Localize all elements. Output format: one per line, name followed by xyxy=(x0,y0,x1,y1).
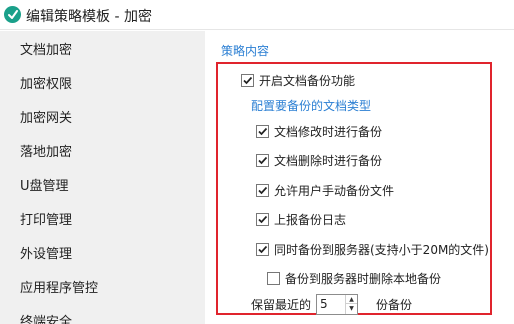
checkbox-box[interactable] xyxy=(256,243,269,256)
sidebar: 文档加密 加密权限 加密网关 落地加密 U盘管理 打印管理 外设管理 应用程序管… xyxy=(0,31,205,324)
checkbox-label: 允许用户手动备份文件 xyxy=(274,184,395,198)
backup-count-spinbox[interactable]: 5 ▲ ▼ xyxy=(316,294,358,315)
sidebar-item-label: 落地加密 xyxy=(20,145,73,160)
sidebar-item-app-control[interactable]: 应用程序管控 xyxy=(0,269,205,303)
checkmark-icon xyxy=(258,186,268,195)
checkmark-icon xyxy=(258,156,268,165)
checkbox-label: 备份到服务器时删除本地备份 xyxy=(285,272,442,286)
sidebar-item-label: 文档加密 xyxy=(20,43,73,58)
sidebar-item-usb-management[interactable]: U盘管理 xyxy=(0,167,205,201)
checkmark-icon xyxy=(258,215,268,224)
sidebar-item-document-encryption[interactable]: 文档加密 xyxy=(0,31,205,65)
policy-content-panel: 策略内容 开启文档备份功能 配置要备份的文档类型 文档修改时进行备份 文档删除时… xyxy=(205,31,514,324)
sidebar-item-label: 应用程序管控 xyxy=(20,281,99,296)
checkbox-label: 开启文档备份功能 xyxy=(259,74,356,88)
checkmark-icon xyxy=(258,127,268,136)
checkbox-box[interactable] xyxy=(256,184,269,197)
checkbox-label: 同时备份到服务器(支持小于20M的文件) xyxy=(274,243,489,257)
sidebar-item-label: 加密权限 xyxy=(20,77,73,92)
title-bar: 编辑策略模板 - 加密 xyxy=(0,0,514,30)
sidebar-item-label: 外设管理 xyxy=(20,247,73,262)
checkbox-box[interactable] xyxy=(256,125,269,138)
checkbox-box[interactable] xyxy=(256,213,269,226)
checkbox-box[interactable] xyxy=(256,154,269,167)
keep-recent-label: 保留最近的 xyxy=(251,298,312,312)
checkbox-label: 文档修改时进行备份 xyxy=(274,125,383,139)
checkbox-box[interactable] xyxy=(241,74,254,87)
spin-down-arrow-icon[interactable]: ▼ xyxy=(346,304,357,313)
section-title: 策略内容 xyxy=(221,44,270,58)
spin-up-arrow-icon[interactable]: ▲ xyxy=(346,295,357,304)
checkbox-box[interactable] xyxy=(267,272,280,285)
sidebar-item-print-management[interactable]: 打印管理 xyxy=(0,201,205,235)
sidebar-item-label: 打印管理 xyxy=(20,213,73,228)
checkmark-icon xyxy=(258,245,268,254)
backup-count-unit: 份备份 xyxy=(376,298,413,312)
sidebar-item-encryption-permissions[interactable]: 加密权限 xyxy=(0,65,205,99)
checkbox-label: 文档删除时进行备份 xyxy=(274,154,383,168)
sidebar-item-label: 终端安全 xyxy=(20,315,73,324)
backup-count-value[interactable]: 5 xyxy=(320,297,328,311)
sidebar-item-encryption-gateway[interactable]: 加密网关 xyxy=(0,99,205,133)
spin-buttons: ▲ ▼ xyxy=(345,295,357,314)
sidebar-item-landing-encryption[interactable]: 落地加密 xyxy=(0,133,205,167)
sidebar-item-label: U盘管理 xyxy=(20,179,69,194)
app-logo-icon xyxy=(4,6,21,23)
document-types-heading: 配置要备份的文档类型 xyxy=(251,99,372,113)
sidebar-item-peripheral-management[interactable]: 外设管理 xyxy=(0,235,205,269)
sidebar-item-label: 加密网关 xyxy=(20,111,73,126)
checkbox-label: 上报备份日志 xyxy=(274,213,347,227)
window-title: 编辑策略模板 - 加密 xyxy=(26,9,152,25)
sidebar-item-endpoint-security[interactable]: 终端安全 xyxy=(0,303,205,324)
checkmark-icon xyxy=(243,76,253,85)
